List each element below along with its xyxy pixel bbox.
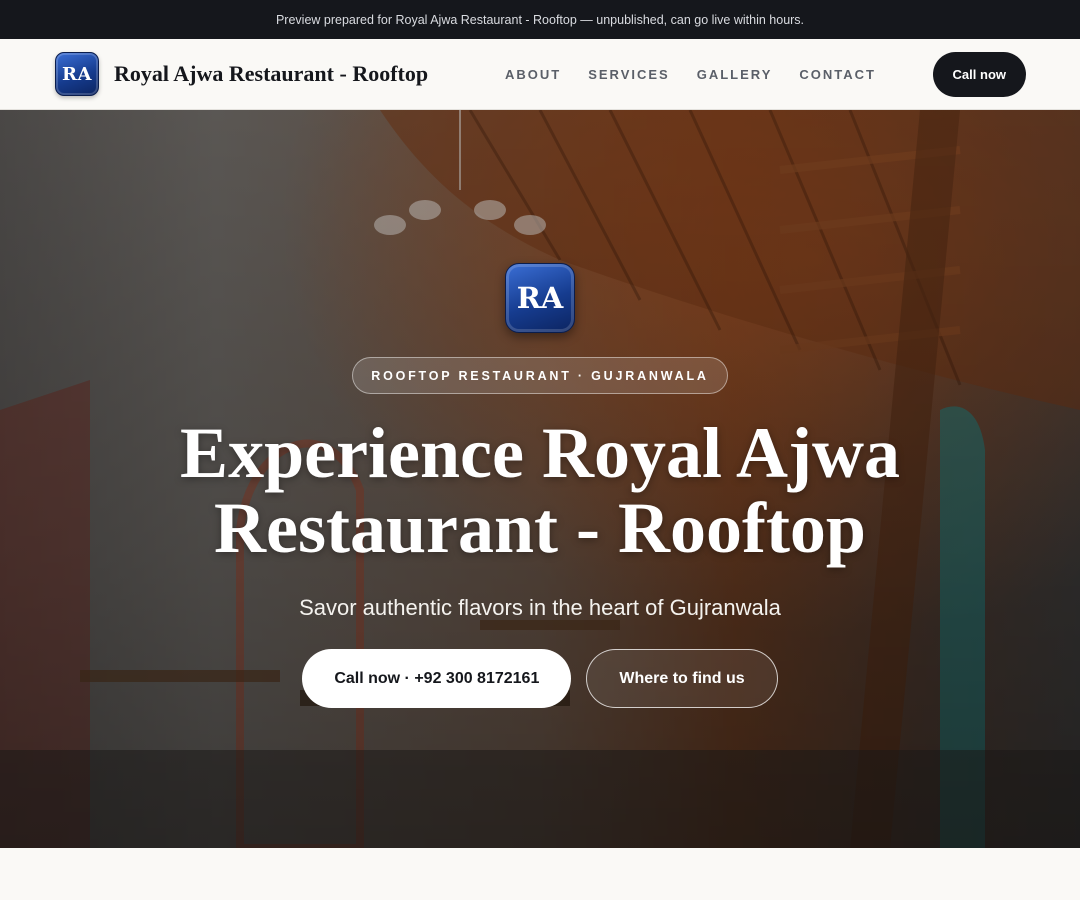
nav-link-services[interactable]: SERVICES — [588, 67, 670, 82]
nav-link-gallery[interactable]: GALLERY — [697, 67, 773, 82]
preview-banner: Preview prepared for Royal Ajwa Restaura… — [0, 0, 1080, 39]
hero-actions: Call now · +92 300 8172161 Where to find… — [302, 649, 778, 708]
hero-subtitle: Savor authentic flavors in the heart of … — [299, 595, 781, 620]
hero-title: Experience Royal Ajwa Restaurant - Rooft… — [180, 413, 900, 568]
hero-content: RA ROOFTOP RESTAURANT · GUJRANWALA Exper… — [0, 110, 1080, 848]
nav-link-about[interactable]: ABOUT — [505, 67, 561, 82]
nav-link-contact[interactable]: CONTACT — [799, 67, 876, 82]
preview-banner-text: Preview prepared for Royal Ajwa Restaura… — [275, 12, 805, 27]
where-to-find-us-button[interactable]: Where to find us — [586, 649, 778, 708]
top-navigation: RA Royal Ajwa Restaurant - Rooftop ABOUT… — [0, 39, 1080, 110]
hero-logo-badge: RA — [505, 263, 575, 333]
hero-eyebrow-pill: ROOFTOP RESTAURANT · GUJRANWALA — [352, 357, 728, 394]
nav-links: ABOUT SERVICES GALLERY CONTACT — [505, 39, 876, 109]
next-section — [0, 848, 1080, 900]
hero-section: RA ROOFTOP RESTAURANT · GUJRANWALA Exper… — [0, 110, 1080, 848]
nav-call-button[interactable]: Call now — [932, 51, 1026, 97]
call-now-phone-button[interactable]: Call now · +92 300 8172161 — [302, 649, 572, 708]
brand-logo[interactable]: RA — [55, 52, 99, 96]
brand-name[interactable]: Royal Ajwa Restaurant - Rooftop — [114, 61, 428, 87]
